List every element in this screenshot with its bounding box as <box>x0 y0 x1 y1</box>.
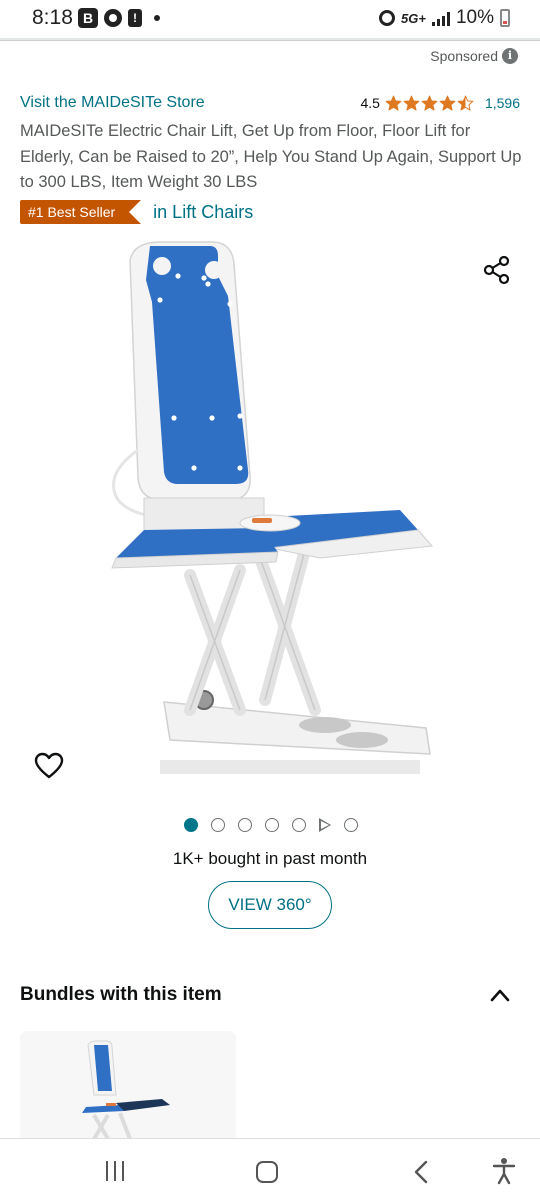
bundles-section-title: Bundles with this item <box>20 984 222 1005</box>
signal-icon <box>431 10 450 26</box>
status-notification-icons: B ! <box>78 8 160 28</box>
system-nav-bar <box>0 1138 540 1204</box>
image-carousel-dots[interactable] <box>184 818 358 832</box>
sponsored-label[interactable]: Sponsored i <box>430 48 518 64</box>
home-icon[interactable] <box>256 1161 278 1183</box>
status-bar: 8:18 B ! 5G+ 10% <box>0 0 540 36</box>
chevron-up-icon[interactable] <box>490 988 510 1002</box>
view-360-button[interactable]: VIEW 360° <box>208 881 332 929</box>
bundle-item-image <box>82 1040 170 1141</box>
b-badge-icon: B <box>78 8 98 28</box>
star-full-icon <box>421 95 438 111</box>
store-link[interactable]: Visit the MAIDeSITe Store <box>20 94 205 112</box>
heart-icon[interactable] <box>34 752 64 780</box>
carousel-dot[interactable] <box>211 818 225 832</box>
rating-value: 4.5 <box>360 95 380 111</box>
header-divider <box>0 38 540 41</box>
status-time: 8:18 <box>32 6 73 29</box>
sponsored-text: Sponsored <box>430 48 498 64</box>
star-rating <box>385 95 474 111</box>
dot-icon <box>154 15 160 21</box>
star-full-icon <box>403 95 420 111</box>
settings-icon <box>104 9 122 27</box>
product-image[interactable] <box>100 240 440 790</box>
bundle-item-card[interactable] <box>20 1031 236 1141</box>
best-seller-badge: #1 Best Seller <box>20 200 142 224</box>
star-full-icon <box>439 95 456 111</box>
carousel-dot[interactable] <box>184 818 198 832</box>
carousel-dot[interactable] <box>292 818 306 832</box>
carousel-video-indicator[interactable] <box>319 818 331 832</box>
network-type: 5G+ <box>401 10 426 26</box>
battery-icon <box>500 9 510 27</box>
product-title[interactable]: MAIDeSITe Electric Chair Lift, Get Up fr… <box>20 119 526 196</box>
share-icon[interactable] <box>482 255 512 285</box>
accessibility-icon[interactable] <box>492 1157 516 1185</box>
star-full-icon <box>385 95 402 111</box>
best-seller-row[interactable]: #1 Best Seller in Lift Chairs <box>20 200 253 224</box>
battery-percent: 10% <box>455 7 494 28</box>
rating-count[interactable]: 1,596 <box>485 95 520 111</box>
bought-count-text: 1K+ bought in past month <box>172 849 368 868</box>
rating-summary[interactable]: 4.5 1,596 <box>360 95 520 111</box>
carousel-dot[interactable] <box>344 818 358 832</box>
star-half-icon <box>457 95 474 111</box>
status-system-icons: 5G+ 10% <box>379 7 510 29</box>
carousel-dot[interactable] <box>265 818 279 832</box>
recents-icon[interactable] <box>106 1161 124 1181</box>
alarm-icon <box>379 10 396 26</box>
carousel-dot[interactable] <box>238 818 252 832</box>
info-icon[interactable]: i <box>502 48 518 64</box>
best-seller-category-link[interactable]: in Lift Chairs <box>153 202 253 223</box>
alert-icon: ! <box>128 9 142 27</box>
back-icon[interactable] <box>412 1160 430 1184</box>
